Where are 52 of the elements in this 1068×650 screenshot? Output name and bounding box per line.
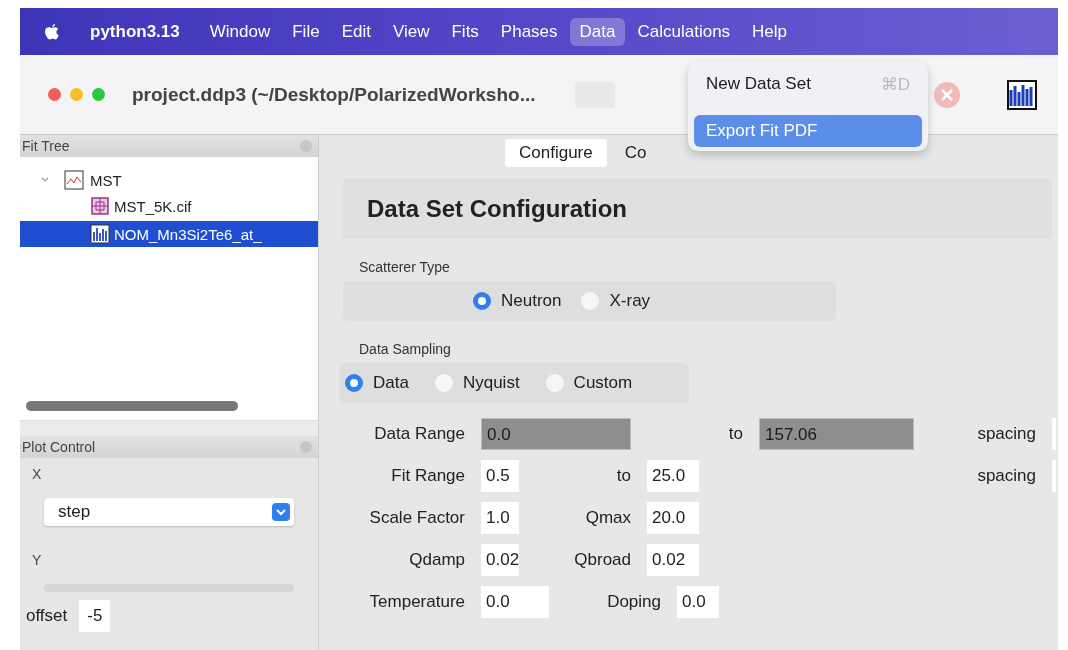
radio-option[interactable]: X-ray xyxy=(581,291,651,311)
field-label: Data Range xyxy=(373,424,465,444)
axis-label: X xyxy=(31,465,43,484)
menu-item[interactable]: Phases xyxy=(490,17,568,46)
offset-field[interactable]: -5 xyxy=(79,600,111,632)
section-title: Data Set Configuration xyxy=(367,195,627,223)
x-axis-dropdown[interactable]: step xyxy=(44,498,294,526)
window-title: project.ddp3 (~/Desktop/PolarizedWorksho... xyxy=(132,83,536,106)
group-label: Data Sampling xyxy=(359,341,452,357)
field-label: Qbroad xyxy=(573,550,631,570)
menu-item[interactable]: Help xyxy=(742,17,798,46)
radio-option[interactable]: Neutron xyxy=(473,291,562,311)
menu-item[interactable]: Edit xyxy=(331,17,381,46)
field-label: Scale Factor xyxy=(368,508,465,528)
offset-label: offset xyxy=(26,606,68,626)
number-field[interactable]: 25.0 xyxy=(647,460,699,492)
tab[interactable]: Configure xyxy=(505,139,607,167)
field-label: Temperature xyxy=(368,592,465,612)
panel-title: Plot Control xyxy=(22,439,96,455)
radio-option[interactable]: Data xyxy=(345,373,409,393)
number-field[interactable]: 0.02 xyxy=(647,544,699,576)
tree-item[interactable]: MST_5K.cif xyxy=(20,193,318,219)
number-field[interactable]: 0.0 xyxy=(677,586,719,618)
menu-item[interactable]: View xyxy=(382,17,440,46)
field-label: Qmax xyxy=(584,508,631,528)
field-label: spacing xyxy=(977,466,1036,486)
menu-item[interactable]: File xyxy=(282,17,330,46)
field-label: Doping xyxy=(606,592,661,612)
app-menu[interactable]: python3.13 xyxy=(82,17,188,46)
field-label: Fit Range xyxy=(390,466,465,486)
number-field[interactable]: 0.0 xyxy=(481,586,549,618)
tree-item[interactable]: MST xyxy=(88,169,124,191)
group-label: Scatterer Type xyxy=(359,259,451,275)
field-label: Qdamp xyxy=(408,550,465,570)
radio-option[interactable]: Nyquist xyxy=(434,373,520,393)
field-label: spacing xyxy=(977,424,1036,444)
menu-item[interactable]: Fits xyxy=(441,17,489,46)
radio-option[interactable]: Custom xyxy=(545,373,633,393)
tree-item[interactable]: NOM_Mn3Si2Te6_at_ xyxy=(20,221,318,247)
tab[interactable]: Co xyxy=(610,139,647,167)
number-field[interactable]: 1.0 xyxy=(481,502,519,534)
field-label: to xyxy=(615,466,631,486)
menu-item[interactable]: Window xyxy=(199,17,281,46)
menu-item[interactable]: Calculations xyxy=(627,17,741,46)
field-label: to xyxy=(727,424,743,444)
panel-title: Fit Tree xyxy=(22,138,70,154)
number-field[interactable]: 0.5 xyxy=(481,460,519,492)
number-field[interactable]: 0.02 xyxy=(481,544,519,576)
menu-item[interactable]: Data xyxy=(569,17,626,46)
axis-label: Y xyxy=(31,551,43,570)
menu-item[interactable]: New Data Set ⌘D xyxy=(694,68,922,101)
number-field[interactable]: 20.0 xyxy=(647,502,699,534)
